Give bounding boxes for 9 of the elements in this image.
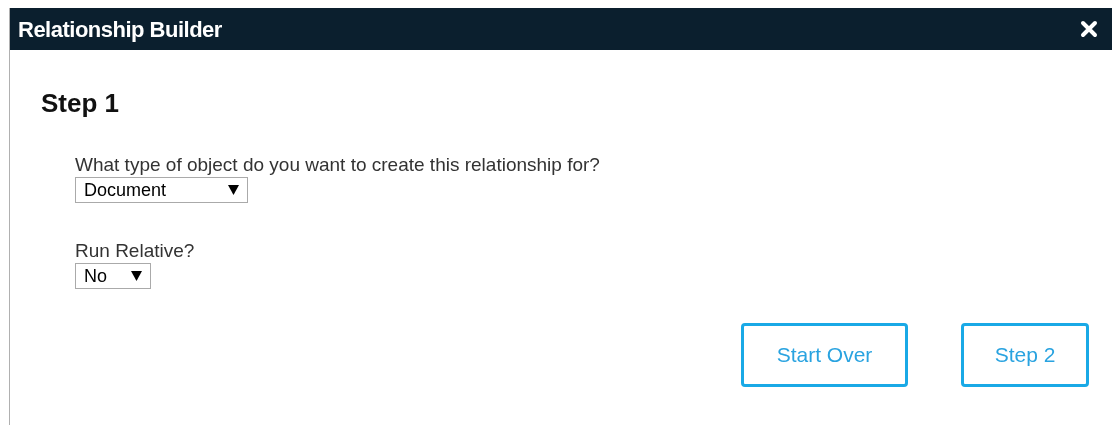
close-icon[interactable] <box>1080 20 1098 38</box>
field-label: Run Relative? <box>75 239 195 263</box>
dropdown[interactable]: No <box>75 263 151 289</box>
window-title: Relationship Builder <box>18 15 222 44</box>
field-label: What type of object do you want to create this relationship for? <box>75 153 600 177</box>
dropdown[interactable]: Document <box>75 177 248 203</box>
caret-icon <box>131 271 142 281</box>
caret-icon <box>228 185 239 195</box>
step-heading: Step 1 <box>41 87 121 120</box>
